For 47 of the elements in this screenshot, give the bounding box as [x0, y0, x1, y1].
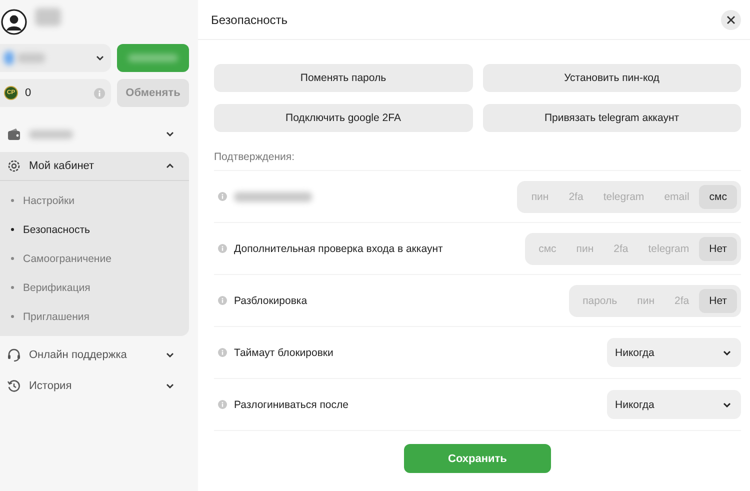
- segment-option[interactable]: пароль: [572, 288, 628, 312]
- action-button[interactable]: Установить пин-код: [482, 64, 741, 92]
- menu-item[interactable]: Онлайн поддержка: [0, 341, 189, 369]
- dropdown[interactable]: Никогда: [607, 338, 741, 367]
- action-button[interactable]: Привязать telegram аккаунт: [482, 104, 741, 132]
- segment-option[interactable]: пин: [521, 184, 559, 208]
- submenu-item[interactable]: Безопасность: [0, 215, 189, 244]
- save-button[interactable]: Сохранить: [404, 444, 551, 473]
- chevron-down-icon[interactable]: [165, 381, 175, 391]
- segment-option[interactable]: 2fa: [558, 184, 594, 208]
- segment-option[interactable]: telegram: [593, 184, 654, 208]
- blurred-text: [35, 8, 61, 26]
- chevron-down-icon[interactable]: [95, 53, 105, 63]
- action-button[interactable]: Подключить google 2FA: [214, 104, 472, 132]
- settings-icon: [7, 159, 21, 173]
- segment-option[interactable]: telegram: [638, 236, 700, 260]
- submenu-item[interactable]: Настройки: [0, 186, 189, 215]
- headset-icon: [7, 348, 21, 362]
- avatar-icon[interactable]: [1, 9, 27, 35]
- chevron-down-icon[interactable]: [165, 129, 175, 139]
- setting-label: Дополнительная проверка входа в аккаунт: [234, 242, 443, 254]
- segment-option[interactable]: 2fa: [664, 288, 700, 312]
- segment-option[interactable]: Нет: [699, 236, 737, 260]
- menu-item[interactable]: Мой кабинет: [0, 152, 189, 181]
- segment-option[interactable]: 2fa: [604, 236, 638, 260]
- submenu-item[interactable]: Приглашения: [0, 302, 189, 331]
- setting-label: Таймаут блокировки: [234, 346, 334, 358]
- submenu-item[interactable]: Самоограничение: [0, 244, 189, 273]
- chevron-down-icon[interactable]: [165, 350, 175, 360]
- segment-option[interactable]: email: [654, 184, 700, 208]
- section-label: Подтверждения:: [214, 151, 741, 171]
- segment-option[interactable]: Нет: [699, 288, 737, 312]
- dialog-title: Безопасность: [211, 12, 288, 26]
- history-icon: [7, 379, 21, 393]
- segment-option[interactable]: смс: [699, 184, 737, 208]
- segment-option[interactable]: пин: [627, 288, 664, 312]
- wallet-icon: [7, 127, 21, 141]
- segment-option[interactable]: смс: [528, 236, 566, 260]
- close-icon[interactable]: [726, 14, 736, 24]
- menu-item[interactable]: История: [0, 372, 189, 400]
- dropdown[interactable]: Никогда: [607, 390, 741, 419]
- setting-label: Разлогиниваться после: [234, 398, 348, 410]
- setting-label: Разблокировка: [234, 294, 308, 306]
- submenu-item[interactable]: Верификация: [0, 273, 189, 302]
- action-button[interactable]: Поменять пароль: [214, 64, 472, 92]
- close-button[interactable]: [721, 10, 741, 30]
- segment-option[interactable]: пин: [566, 236, 604, 260]
